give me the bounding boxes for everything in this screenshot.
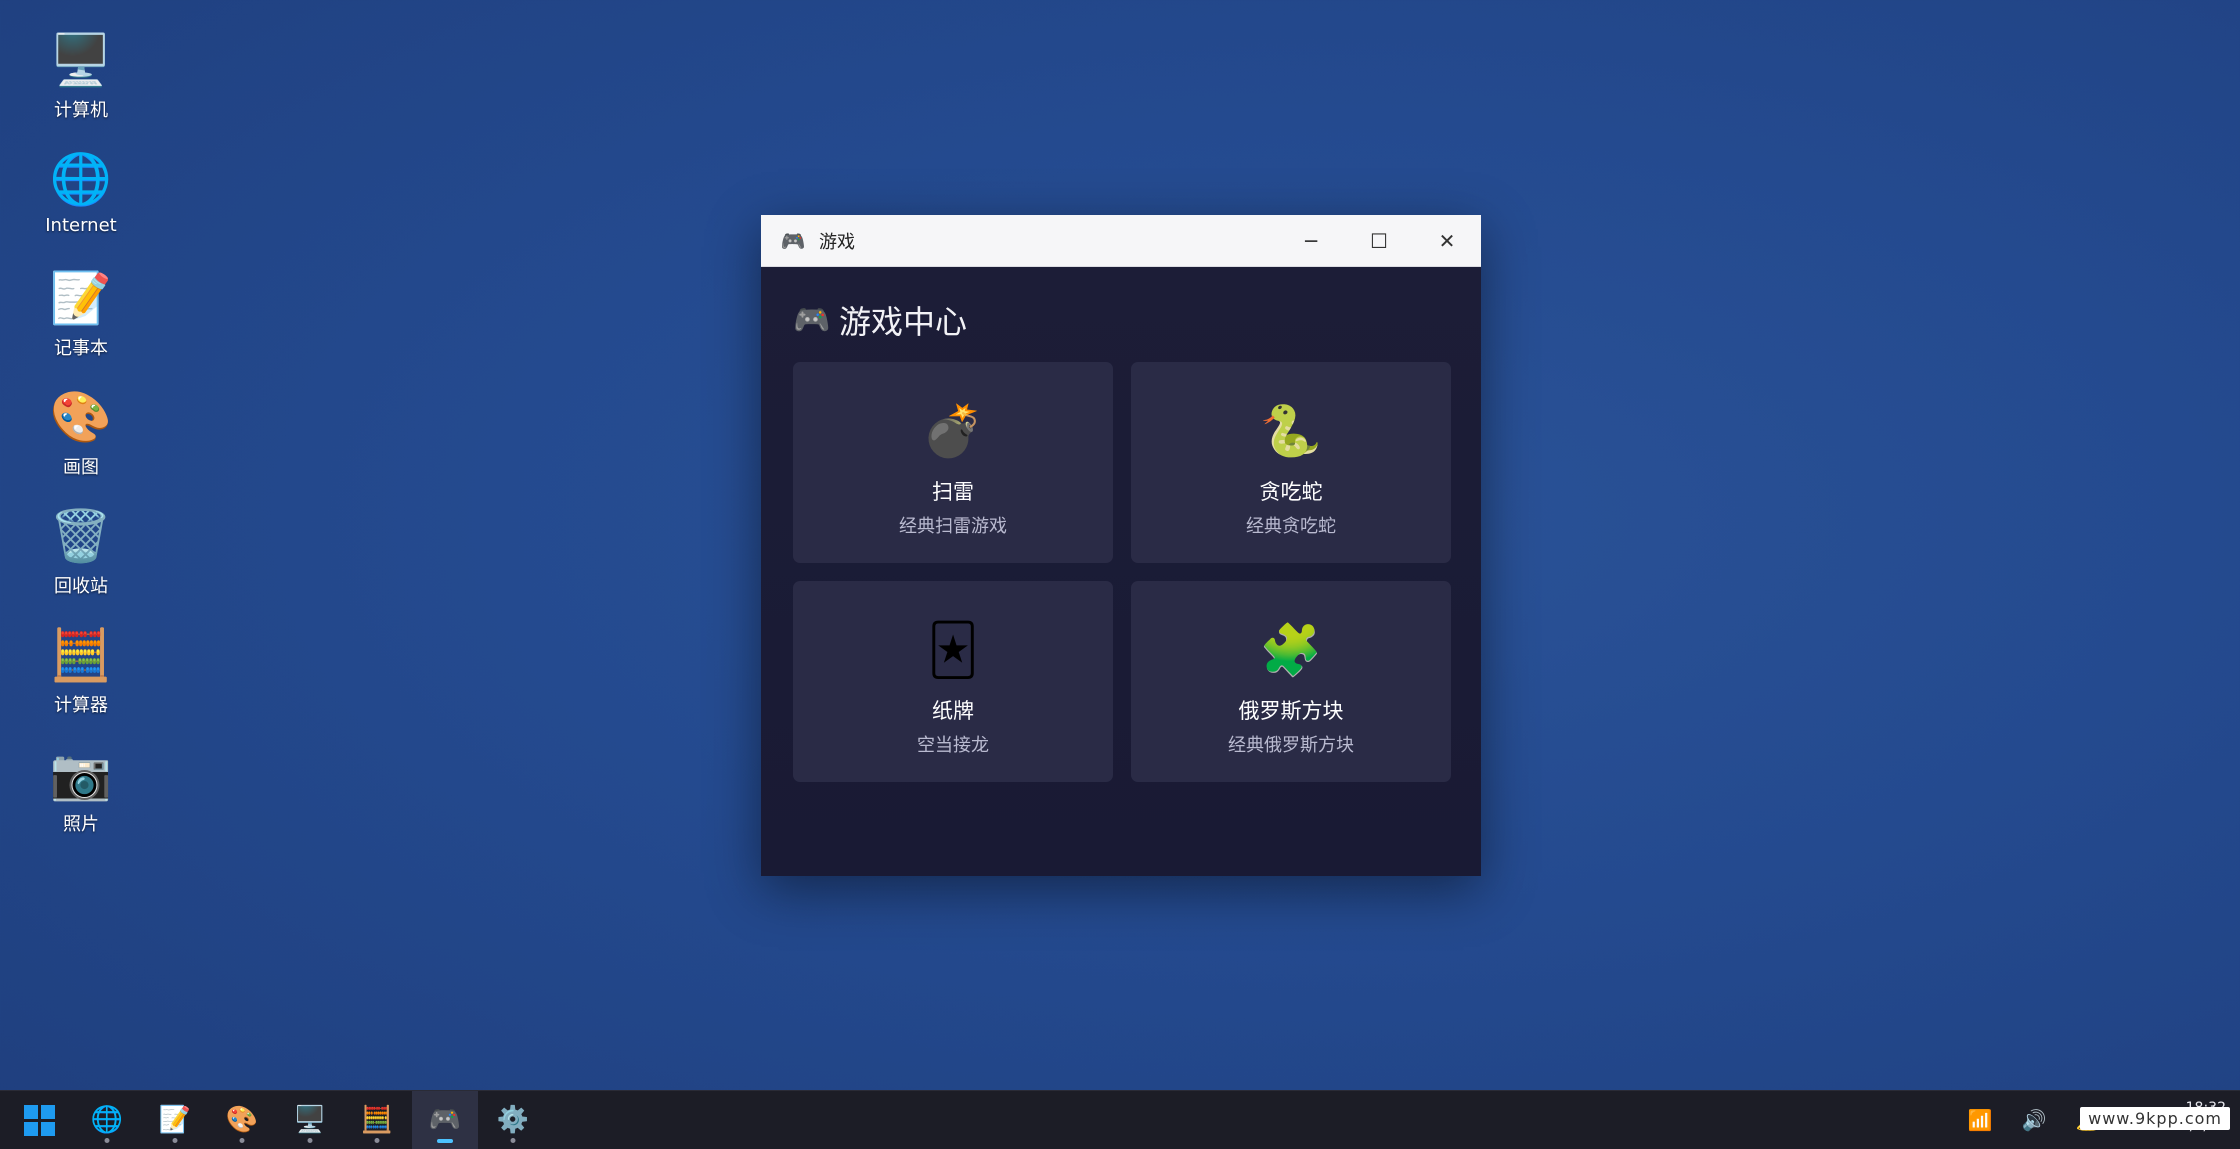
running-indicator <box>172 1138 178 1143</box>
game-card-minesweeper[interactable]: 💣 扫雷 经典扫雷游戏 <box>793 362 1113 563</box>
game-description: 空当接龙 <box>917 735 989 756</box>
active-indicator <box>437 1139 453 1143</box>
desktop-icon-internet[interactable]: 🌐 Internet <box>30 149 132 268</box>
games-grid: 💣 扫雷 经典扫雷游戏 🐍 贪吃蛇 经典贪吃蛇 🃏 纸牌 空当接龙 🧩 俄罗斯方… <box>793 362 1451 782</box>
camera-icon: 📷 <box>49 745 113 803</box>
network-icon[interactable]: 📶 <box>1960 1091 2000 1149</box>
desktop-icon-computer[interactable]: 🖥️ 计算机 <box>30 30 132 149</box>
running-indicator <box>104 1138 110 1143</box>
game-name: 扫雷 <box>932 480 974 504</box>
computer-icon: 🖥️ <box>293 1105 327 1135</box>
paint-palette-icon: 🎨 <box>225 1105 259 1135</box>
globe-icon: 🌐 <box>49 150 113 208</box>
game-name: 纸牌 <box>932 699 974 723</box>
game-name: 俄罗斯方块 <box>1238 699 1344 723</box>
game-name: 贪吃蛇 <box>1259 480 1323 504</box>
taskbar-app-calculator[interactable]: 🧮 <box>344 1091 410 1149</box>
running-indicator <box>510 1138 516 1143</box>
taskbar-app-settings[interactable]: ⚙️ <box>480 1091 546 1149</box>
desktop-icon-label: 回收站 <box>54 576 108 597</box>
taskbar-app-paint[interactable]: 🎨 <box>209 1091 275 1149</box>
globe-icon: 🌐 <box>90 1105 124 1135</box>
game-card-tetris[interactable]: 🧩 俄罗斯方块 经典俄罗斯方块 <box>1131 581 1451 782</box>
desktop-icon-label: 画图 <box>63 457 99 478</box>
desktop-icon-calculator[interactable]: 🧮 计算器 <box>30 625 132 744</box>
window-titlebar[interactable]: 🎮 游戏 ─ ☐ ✕ <box>761 215 1481 267</box>
gamepad-icon: 🎮 <box>793 302 831 338</box>
taskbar-app-notepad[interactable]: 📝 <box>142 1091 208 1149</box>
desktop-icon-recycle-bin[interactable]: 🗑️ 回收站 <box>30 506 132 625</box>
joker-card-icon: 🃏 <box>927 621 979 679</box>
games-window: 🎮 游戏 ─ ☐ ✕ 🎮 游戏中心 💣 扫雷 经典扫雷游戏 🐍 贪吃蛇 经典贪吃… <box>761 215 1481 876</box>
close-button[interactable]: ✕ <box>1413 215 1481 266</box>
recycle-bin-icon: 🗑️ <box>49 507 113 565</box>
calculator-icon: 🧮 <box>360 1105 394 1135</box>
window-content: 🎮 游戏中心 💣 扫雷 经典扫雷游戏 🐍 贪吃蛇 经典贪吃蛇 🃏 纸牌 空当接龙… <box>761 267 1481 876</box>
game-description: 经典贪吃蛇 <box>1246 516 1336 537</box>
paint-palette-icon: 🎨 <box>49 388 113 446</box>
desktop-icon-photos[interactable]: 📷 照片 <box>30 744 132 863</box>
running-indicator <box>307 1138 313 1143</box>
volume-icon[interactable]: 🔊 <box>2014 1091 2054 1149</box>
snake-icon: 🐍 <box>1259 402 1323 460</box>
game-card-solitaire[interactable]: 🃏 纸牌 空当接龙 <box>793 581 1113 782</box>
desktop-icon-notepad[interactable]: 📝 记事本 <box>30 268 132 387</box>
game-card-snake[interactable]: 🐍 贪吃蛇 经典贪吃蛇 <box>1131 362 1451 563</box>
taskbar-app-computer[interactable]: 🖥️ <box>277 1091 343 1149</box>
maximize-button[interactable]: ☐ <box>1345 215 1413 266</box>
watermark: www.9kpp.com <box>2080 1107 2230 1130</box>
gamepad-icon: 🎮 <box>428 1105 462 1135</box>
desktop-icon-label: 计算器 <box>54 695 108 716</box>
taskbar: 🌐 📝 🎨 🖥️ 🧮 🎮 ⚙️ 📶 🔊 🔔 18:32 2025/6/12 ww… <box>0 1090 2240 1149</box>
desktop-icon-label: 照片 <box>63 814 99 835</box>
taskbar-app-games[interactable]: 🎮 <box>412 1091 478 1149</box>
notepad-icon: 📝 <box>158 1105 192 1135</box>
window-title: 游戏 <box>819 231 855 253</box>
desktop-icon-paint[interactable]: 🎨 画图 <box>30 387 132 506</box>
start-button[interactable] <box>6 1091 72 1149</box>
running-indicator <box>239 1138 245 1143</box>
calculator-icon: 🧮 <box>49 626 113 684</box>
game-description: 经典扫雷游戏 <box>899 516 1007 537</box>
game-description: 经典俄罗斯方块 <box>1228 735 1354 756</box>
minimize-button[interactable]: ─ <box>1277 215 1345 266</box>
bomb-icon: 💣 <box>921 402 985 460</box>
notepad-icon: 📝 <box>49 269 113 327</box>
gear-icon: ⚙️ <box>496 1105 530 1135</box>
game-center-header: 🎮 游戏中心 <box>793 297 967 343</box>
taskbar-app-internet[interactable]: 🌐 <box>74 1091 140 1149</box>
desktop-icon-label: 计算机 <box>54 100 108 121</box>
computer-icon: 🖥️ <box>49 31 113 89</box>
windows-logo-icon <box>23 1104 55 1136</box>
gamepad-icon: 🎮 <box>780 228 806 253</box>
running-indicator <box>374 1138 380 1143</box>
puzzle-piece-icon: 🧩 <box>1259 621 1323 679</box>
page-title: 游戏中心 <box>839 303 968 341</box>
desktop-icon-label: 记事本 <box>54 338 108 359</box>
desktop-icon-label: Internet <box>45 215 117 236</box>
desktop-icons: 🖥️ 计算机 🌐 Internet 📝 记事本 🎨 画图 🗑️ 回收站 🧮 计算… <box>30 30 132 863</box>
